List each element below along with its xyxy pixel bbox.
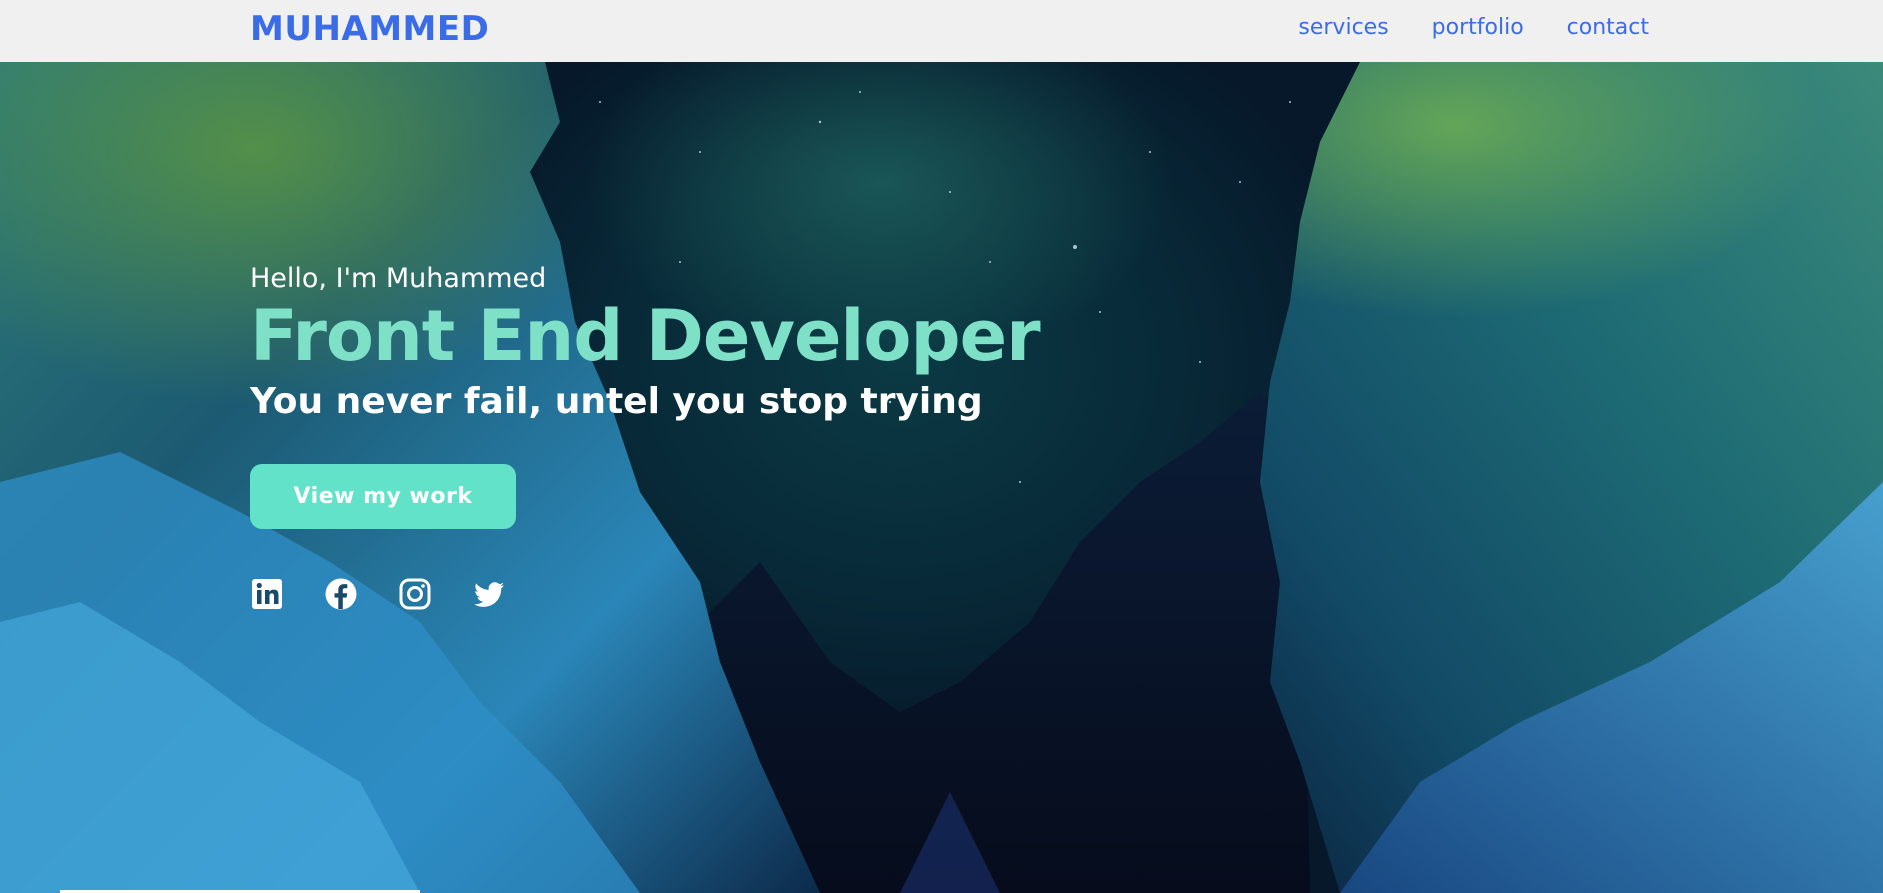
instagram-icon[interactable] — [398, 577, 432, 611]
linkedin-icon[interactable] — [250, 577, 284, 611]
hero-content: Hello, I'm Muhammed Front End Developer … — [250, 262, 1041, 611]
twitter-icon[interactable] — [472, 577, 506, 611]
nav-links: services portfolio contact — [1298, 15, 1649, 40]
hero-greeting: Hello, I'm Muhammed — [250, 263, 547, 294]
nav-link-portfolio[interactable]: portfolio — [1432, 15, 1524, 40]
social-links — [250, 577, 1040, 611]
hero-title: Front End Developer — [250, 295, 1041, 377]
brand-logo[interactable]: MUHAMMED — [250, 9, 489, 49]
hero-section: Hello, I'm Muhammed Front End Developer … — [0, 62, 1883, 893]
top-navbar: MUHAMMED services portfolio contact — [0, 0, 1883, 62]
view-my-work-button[interactable]: View my work — [250, 464, 516, 529]
nav-link-contact[interactable]: contact — [1567, 15, 1649, 40]
hero-tagline: You never fail, untel you stop trying — [250, 381, 983, 422]
facebook-icon[interactable] — [324, 577, 358, 611]
nav-link-services[interactable]: services — [1298, 15, 1388, 40]
